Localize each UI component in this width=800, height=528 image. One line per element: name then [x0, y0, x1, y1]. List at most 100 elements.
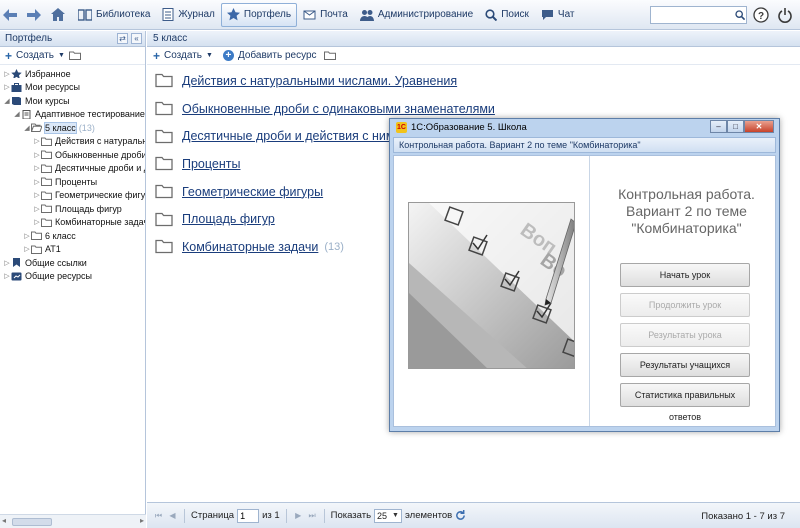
tree-node[interactable]: ▷ Проценты [0, 175, 145, 189]
tree-collapsed-icon[interactable]: ▷ [33, 218, 41, 226]
tree-collapsed-icon[interactable]: ▷ [33, 205, 41, 213]
dialog-button[interactable]: Результаты урока [620, 323, 750, 347]
maximize-icon[interactable]: □ [727, 120, 744, 133]
help-icon[interactable]: ? [753, 7, 769, 23]
forward-button[interactable] [24, 3, 48, 27]
pager-divider [323, 508, 325, 523]
home-button[interactable] [48, 3, 72, 27]
left-horizontal-scrollbar[interactable]: ◂ ▸ [0, 514, 146, 528]
main-create-button[interactable]: Создать [164, 50, 202, 61]
tree-collapsed-icon[interactable]: ▷ [33, 151, 41, 159]
tree-node-count: (13) [78, 122, 95, 133]
tree-node[interactable]: ▷ Десятичные дроби и д [0, 162, 145, 176]
folder-item[interactable]: Действия с натуральными числами. Уравнен… [147, 67, 800, 95]
tree-node[interactable]: ◢ 5 класс (13) [0, 121, 145, 135]
left-create-button[interactable]: Создать [16, 50, 54, 61]
toolbar-admin[interactable]: Администрирование [354, 3, 479, 27]
tree-node[interactable]: ▷ Обыкновенные дроби [0, 148, 145, 162]
toolbar-journal[interactable]: Журнал [156, 3, 221, 27]
collapse-icon[interactable]: « [131, 33, 142, 44]
tree-collapsed-icon[interactable]: ▷ [33, 137, 41, 145]
arrow-right-icon [27, 8, 41, 21]
folder-icon [31, 231, 42, 241]
tree-node[interactable]: ▷ Общие ссылки [0, 256, 145, 270]
tree-node[interactable]: ▷ Мои ресурсы [0, 81, 145, 95]
folder-link[interactable]: Площадь фигур [182, 212, 275, 226]
tree-node[interactable]: ▷ Избранное [0, 67, 145, 81]
add-resource-button[interactable]: Добавить ресурс [238, 50, 317, 61]
folder-link[interactable]: Десятичные дроби и действия с ними [182, 129, 402, 143]
toolbar-chat[interactable]: Чат [535, 3, 581, 27]
page-number-input[interactable] [237, 508, 260, 523]
refresh-icon[interactable]: ⇄ [117, 33, 128, 44]
tree-node[interactable]: ▷ Площадь фигур [0, 202, 145, 216]
tree-collapsed-icon[interactable]: ▷ [23, 232, 31, 240]
folder-add-icon[interactable] [68, 51, 81, 60]
mail-icon [303, 10, 316, 20]
left-panel-toolbar: + Создать ▼ [0, 47, 145, 65]
folder-link[interactable]: Действия с натуральными числами. Уравнен… [182, 74, 457, 88]
prev-page-icon[interactable]: ◀ [167, 510, 178, 521]
folder-link[interactable]: Комбинаторные задачи [182, 240, 318, 254]
tree-expanded-icon[interactable]: ◢ [23, 124, 31, 132]
scroll-right-icon[interactable]: ▸ [140, 516, 144, 525]
global-search-input[interactable] [651, 7, 735, 23]
per-page-select[interactable]: 25 ▼ [374, 508, 403, 523]
toolbar-mail-label: Почта [320, 9, 348, 20]
tree-collapsed-icon[interactable]: ▷ [33, 164, 41, 172]
tree-collapsed-icon[interactable]: ▷ [33, 191, 41, 199]
scroll-left-icon[interactable]: ◂ [2, 516, 6, 525]
refresh-icon[interactable] [455, 510, 466, 521]
dialog-button[interactable]: Продолжить урок [620, 293, 750, 317]
back-button[interactable] [0, 3, 24, 27]
tree-collapsed-icon[interactable]: ▷ [3, 272, 11, 280]
toolbar-search[interactable]: Поиск [479, 3, 535, 27]
first-page-icon[interactable]: ⏮ [153, 510, 164, 521]
tree-collapsed-icon[interactable]: ▷ [3, 83, 11, 91]
close-icon[interactable]: ✕ [744, 120, 774, 133]
folder-link[interactable]: Проценты [182, 157, 240, 171]
dialog-subtitle-bar: Контрольная работа. Вариант 2 по теме "К… [393, 137, 776, 153]
chevron-down-icon[interactable]: ▼ [206, 52, 213, 59]
app-logo-icon: 1С [396, 122, 407, 133]
tree-node[interactable]: ▷ Действия с натуральн [0, 135, 145, 149]
main-toolbar: + Создать ▼ + Добавить ресурс [147, 47, 800, 65]
tree-node[interactable]: ▷ Геометрические фигур [0, 189, 145, 203]
tree-collapsed-icon[interactable]: ▷ [3, 259, 11, 267]
tree-node-label: Общие ресурсы [25, 271, 92, 282]
dialog-button[interactable]: Результаты учащихся [620, 353, 750, 377]
power-icon[interactable] [777, 7, 793, 23]
tree-collapsed-icon[interactable]: ▷ [33, 178, 41, 186]
tree-node[interactable]: ▷ Комбинаторные задач [0, 216, 145, 230]
last-page-icon[interactable]: ⏭ [307, 510, 318, 521]
next-page-icon[interactable]: ▶ [293, 510, 304, 521]
tree-expanded-icon[interactable]: ◢ [3, 97, 11, 105]
tree-collapsed-icon[interactable]: ▷ [3, 70, 11, 78]
toolbar-library[interactable]: Библиотека [72, 3, 156, 27]
tree-node[interactable]: ◢Адаптивное тестирование(1 [0, 108, 145, 122]
test-illustration: Воп Во [408, 202, 575, 369]
folder-add-icon[interactable] [323, 51, 336, 60]
tree-node[interactable]: ◢ Мои курсы [0, 94, 145, 108]
toolbar-portfolio[interactable]: Портфель [220, 2, 298, 27]
scrollbar-thumb[interactable] [12, 518, 52, 526]
folder-link[interactable]: Обыкновенные дроби с одинаковыми знамена… [182, 102, 495, 116]
chevron-down-icon[interactable]: ▼ [58, 52, 65, 59]
tree-collapsed-icon[interactable]: ▷ [23, 245, 31, 253]
minimize-icon[interactable]: – [710, 120, 727, 133]
folder-icon [41, 150, 52, 160]
tree-expanded-icon[interactable]: ◢ [13, 110, 21, 118]
tree-node[interactable]: ▷ АТ1 [0, 243, 145, 257]
folder-icon [41, 218, 52, 227]
tree-node[interactable]: ▷ Общие ресурсы [0, 270, 145, 284]
toolbar-mail[interactable]: Почта [297, 3, 354, 27]
folder-link[interactable]: Геометрические фигуры [182, 185, 323, 199]
dialog-titlebar[interactable]: 1С 1С:Образование 5. Школа – □ ✕ [390, 119, 779, 136]
dialog-button[interactable]: Начать урок [620, 263, 750, 287]
folder-icon [155, 129, 173, 143]
tree-node[interactable]: ▷ 6 класс [0, 229, 145, 243]
tree-node-label: 6 класс [45, 230, 76, 241]
search-icon[interactable] [735, 10, 745, 20]
home-icon [51, 8, 65, 21]
dialog-button[interactable]: Статистика правильных ответов [620, 383, 750, 422]
